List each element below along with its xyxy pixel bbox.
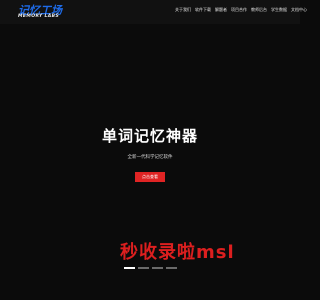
watermark-text: 秒收录啦msl (120, 242, 235, 263)
nav-item-download[interactable]: 软件下载 (195, 7, 211, 13)
brand-logo[interactable]: 记忆工场 MEMORY LABS (18, 3, 74, 21)
nav-item-student[interactable]: 学生数据 (271, 7, 287, 13)
carousel-dot-3[interactable] (152, 267, 163, 269)
nav-item-teacher[interactable]: 教师后台 (251, 7, 267, 13)
top-header: 记忆工场 MEMORY LABS 关于我们 软件下载 解题者 项目合作 教师后台… (0, 0, 307, 24)
carousel-indicators (124, 267, 177, 269)
logo-subtext: MEMORY LABS (18, 14, 60, 19)
nav-item-docs[interactable]: 文档中心 (291, 7, 307, 13)
carousel-dot-1[interactable] (124, 267, 135, 269)
main-nav: 关于我们 软件下载 解题者 项目合作 教师后台 学生数据 文档中心 (175, 7, 307, 13)
hero-title: 单词记忆神器 (101, 127, 198, 145)
nav-item-solver[interactable]: 解题者 (215, 7, 227, 13)
view-details-button[interactable]: 点击查看 (135, 172, 165, 182)
nav-item-cooperation[interactable]: 项目合作 (231, 7, 247, 13)
hero-subtitle: 全新一代科学记忆软件 (127, 155, 173, 160)
nav-item-about[interactable]: 关于我们 (175, 7, 191, 13)
carousel-dot-4[interactable] (166, 267, 177, 269)
carousel-dot-2[interactable] (138, 267, 149, 269)
